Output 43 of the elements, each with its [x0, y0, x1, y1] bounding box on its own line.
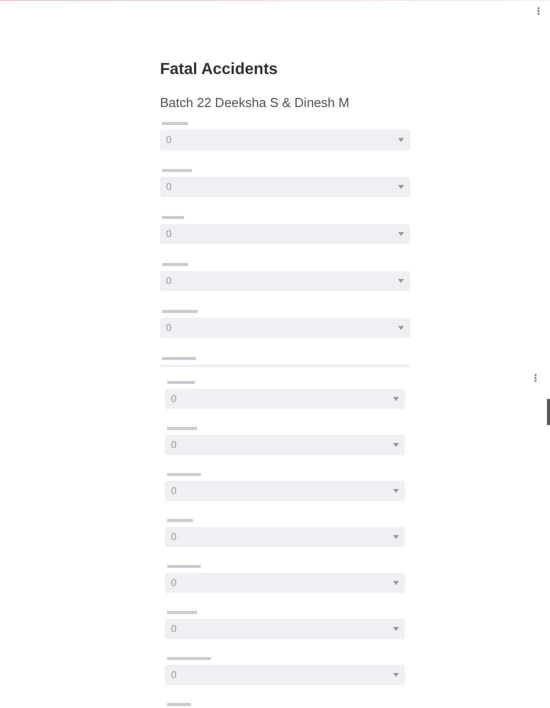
- blurred-label: [162, 310, 198, 313]
- chevron-down-icon: [393, 397, 399, 401]
- select-field[interactable]: 0: [165, 665, 405, 685]
- chevron-down-icon: [393, 673, 399, 677]
- select-field[interactable]: 0: [160, 130, 410, 150]
- chevron-down-icon: [393, 581, 399, 585]
- chevron-down-icon: [398, 232, 404, 236]
- menu-icon[interactable]: [533, 374, 538, 382]
- page-title: Fatal Accidents: [160, 60, 279, 80]
- select-field[interactable]: 0: [165, 619, 405, 639]
- chevron-down-icon: [393, 489, 399, 493]
- select-field[interactable]: 0: [165, 435, 405, 455]
- chevron-down-icon: [398, 279, 404, 283]
- blurred-label: [162, 216, 184, 219]
- select-field[interactable]: 0: [165, 527, 405, 547]
- select-field[interactable]: 0: [165, 481, 405, 501]
- blurred-label: [162, 357, 196, 360]
- blurred-label: [167, 427, 197, 430]
- menu-icon[interactable]: [536, 6, 541, 15]
- blurred-label: [162, 263, 188, 266]
- chevron-down-icon: [398, 138, 404, 142]
- blurred-label: [167, 657, 211, 660]
- blurred-label: [167, 611, 197, 614]
- chevron-down-icon: [393, 443, 399, 447]
- blurred-label: [167, 703, 191, 706]
- select-field[interactable]: 0: [160, 318, 410, 338]
- select-field[interactable]: 0: [160, 177, 410, 197]
- select-field[interactable]: 0: [160, 271, 410, 291]
- select-field[interactable]: 0: [165, 573, 405, 593]
- page-subtitle: Batch 22 Deeksha S & Dinesh M: [160, 94, 350, 112]
- blurred-label: [162, 169, 192, 172]
- blurred-label: [167, 381, 195, 384]
- select-field[interactable]: 0: [165, 389, 405, 409]
- select-field[interactable]: 0: [160, 224, 410, 244]
- chevron-down-icon: [393, 627, 399, 631]
- scrollbar[interactable]: [547, 399, 550, 425]
- blurred-label: [162, 122, 188, 125]
- blurred-label: [167, 519, 193, 522]
- chevron-down-icon: [398, 185, 404, 189]
- blurred-label: [167, 473, 201, 476]
- chevron-down-icon: [398, 326, 404, 330]
- chevron-down-icon: [393, 535, 399, 539]
- blurred-label: [167, 565, 201, 568]
